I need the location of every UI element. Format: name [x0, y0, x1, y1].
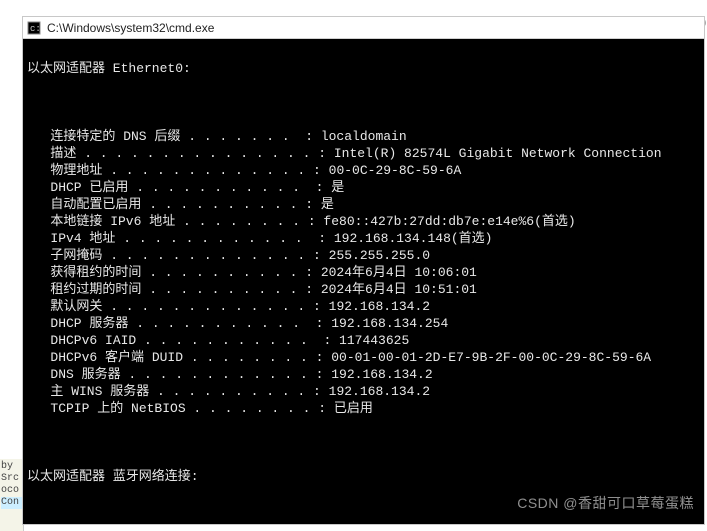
- adapter1-row: DNS 服务器 . . . . . . . . . . . . : 192.16…: [27, 366, 698, 383]
- adapter1-row: 获得租约的时间 . . . . . . . . . . : 2024年6月4日 …: [27, 264, 698, 281]
- adapter1-row: 租约过期的时间 . . . . . . . . . . : 2024年6月4日 …: [27, 281, 698, 298]
- adapter1-row: 自动配置已启用 . . . . . . . . . . : 是: [27, 196, 698, 213]
- cmd-window: c: C:\Windows\system32\cmd.exe 以太网适配器 Et…: [22, 16, 705, 525]
- adapter1-row: DHCPv6 客户端 DUID . . . . . . . . : 00-01-…: [27, 349, 698, 366]
- titlebar[interactable]: c: C:\Windows\system32\cmd.exe: [23, 17, 704, 39]
- adapter1-row: DHCPv6 IAID . . . . . . . . . . . : 1174…: [27, 332, 698, 349]
- adapter1-row: 子网掩码 . . . . . . . . . . . . . : 255.255…: [27, 247, 698, 264]
- terminal-output[interactable]: 以太网适配器 Ethernet0: 连接特定的 DNS 后缀 . . . . .…: [23, 39, 704, 524]
- window-title: C:\Windows\system32\cmd.exe: [47, 21, 214, 35]
- adapter1-row: IPv4 地址 . . . . . . . . . . . . : 192.16…: [27, 230, 698, 247]
- adapter1-row: DHCP 服务器 . . . . . . . . . . . : 192.168…: [27, 315, 698, 332]
- adapter1-row: 默认网关 . . . . . . . . . . . . . : 192.168…: [27, 298, 698, 315]
- adapter1-row: DHCP 已启用 . . . . . . . . . . . : 是: [27, 179, 698, 196]
- background-packet-row: 8 201.197.97.166 192.168.134.148 TCP 60 …: [0, 0, 707, 16]
- adapter2-header: 以太网适配器 蓝牙网络连接:: [27, 468, 698, 485]
- adapter1-row: 描述 . . . . . . . . . . . . . . . : Intel…: [27, 145, 698, 162]
- adapter1-row: 连接特定的 DNS 后缀 . . . . . . . : localdomain: [27, 128, 698, 145]
- svg-text:c:: c:: [30, 24, 41, 34]
- cmd-icon: c:: [27, 21, 41, 35]
- background-left-strip: by Src oco Con: [0, 459, 24, 531]
- adapter1-row: 本地链接 IPv6 地址 . . . . . . . . : fe80::427…: [27, 213, 698, 230]
- adapter1-row: 主 WINS 服务器 . . . . . . . . . . : 192.168…: [27, 383, 698, 400]
- adapter1-row: TCPIP 上的 NetBIOS . . . . . . . . : 已启用: [27, 400, 698, 417]
- adapter1-header: 以太网适配器 Ethernet0:: [27, 60, 698, 77]
- adapter1-row: 物理地址 . . . . . . . . . . . . . : 00-0C-2…: [27, 162, 698, 179]
